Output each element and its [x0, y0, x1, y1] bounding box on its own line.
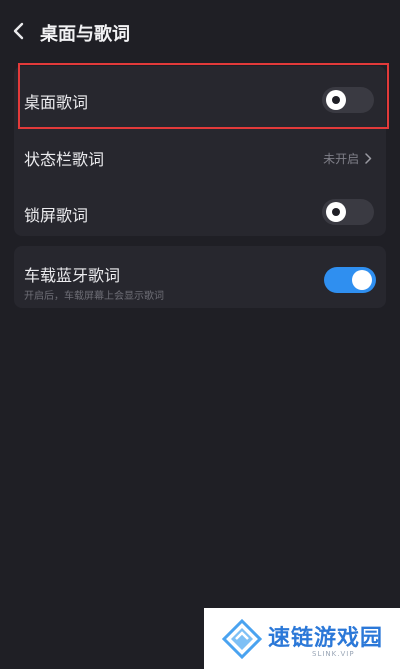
settings-screen: 桌面与歌词 桌面歌词 状态栏歌词 未开启 锁屏歌词 车载蓝牙歌词 开启后，车载屏…: [0, 0, 400, 669]
chevron-right-icon: [365, 153, 372, 164]
header: 桌面与歌词: [0, 0, 400, 64]
bluetooth-lyrics-toggle[interactable]: [324, 267, 376, 293]
setting-label: 车载蓝牙歌词: [24, 266, 121, 285]
highlight-box: [18, 63, 389, 129]
lockscreen-lyrics-toggle[interactable]: [322, 199, 374, 225]
chevron-left-icon: [13, 22, 24, 40]
back-button[interactable]: [6, 18, 32, 44]
setting-description: 开启后，车载屏幕上会显示歌词: [24, 291, 164, 302]
bluetooth-card: 车载蓝牙歌词 开启后，车载屏幕上会显示歌词: [14, 246, 386, 308]
setting-row-lockscreen-lyrics[interactable]: 锁屏歌词: [14, 184, 386, 240]
watermark-subtext: SLINK.VIP: [312, 650, 355, 658]
toggle-knob: [326, 202, 346, 222]
setting-label: 状态栏歌词: [24, 150, 105, 169]
watermark: 速链游戏园 SLINK.VIP: [204, 608, 400, 669]
setting-label: 锁屏歌词: [24, 206, 89, 225]
page-title: 桌面与歌词: [40, 24, 130, 45]
setting-row-statusbar-lyrics[interactable]: 状态栏歌词 未开启: [14, 128, 386, 184]
watermark-text: 速链游戏园: [268, 626, 384, 651]
toggle-knob: [352, 270, 372, 290]
diamond-logo-icon: [222, 619, 262, 659]
setting-row-bluetooth-lyrics[interactable]: 车载蓝牙歌词 开启后，车载屏幕上会显示歌词: [14, 246, 386, 308]
status-value: 未开启: [323, 150, 372, 167]
